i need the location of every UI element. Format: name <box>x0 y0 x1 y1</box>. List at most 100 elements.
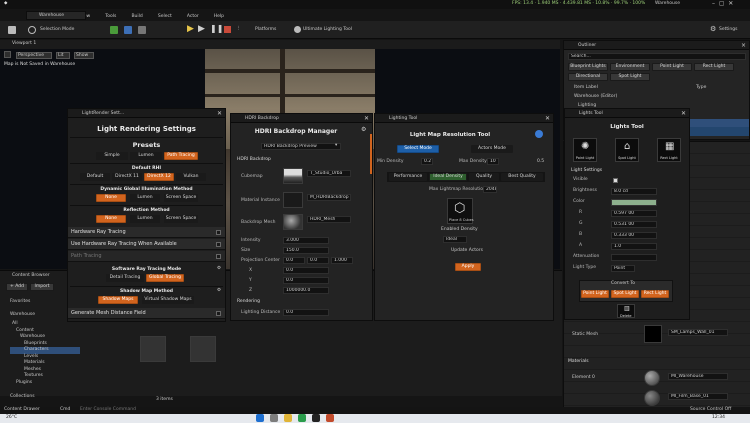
color-swatch[interactable] <box>611 199 657 206</box>
rhi-default-button[interactable]: Default <box>80 173 110 181</box>
preset-lumen-button[interactable]: Lumen <box>130 152 162 160</box>
virtual-shadow-maps-button[interactable]: Virtual Shadow Maps <box>142 296 194 304</box>
lit-button[interactable]: Lit <box>56 52 70 59</box>
cmd-button[interactable]: Cmd <box>60 407 70 413</box>
static-mesh-field[interactable]: SM_Lamps_Wall_01 <box>668 329 728 336</box>
apply-button[interactable]: Apply <box>455 263 481 271</box>
settings-button[interactable]: Settings <box>719 27 737 33</box>
sw-rt-detail-button[interactable]: Detail Tracing <box>106 274 144 282</box>
cinematics-icon[interactable] <box>138 26 146 34</box>
menu-tools[interactable]: Tools <box>105 14 116 19</box>
more-options-icon[interactable]: ⋮ <box>236 26 241 32</box>
filter-spot-light[interactable]: Spot Light <box>610 73 650 81</box>
x-field[interactable]: 0.0 <box>283 267 329 274</box>
lighting-distance-field[interactable]: 0.0 <box>283 309 329 316</box>
rect-light-button[interactable]: ▦ Rect Light <box>657 138 681 162</box>
lightmap-titlebar[interactable]: Lighting Tool ✕ <box>375 114 553 123</box>
path-tracing-row[interactable]: Path Tracing <box>68 251 225 262</box>
selection-mode-icon[interactable] <box>28 26 36 34</box>
asset-thumbnail[interactable] <box>190 336 216 362</box>
filter-directional[interactable]: Directional <box>568 73 608 81</box>
lights-tool-titlebar[interactable]: Lights Tool ✕ <box>565 109 689 118</box>
lightmap-info-icon[interactable] <box>535 130 543 138</box>
light-render-titlebar[interactable]: LightRender Sett... ✕ <box>68 109 225 118</box>
hw-rt-row[interactable]: Hardware Ray Tracing <box>68 227 225 238</box>
rhi-vulkan-button[interactable]: Vulkan <box>176 173 206 181</box>
max-lightmap-res-field[interactable]: 2048 <box>483 186 497 193</box>
material-field[interactable]: M_HDRIBackdrop <box>307 194 351 201</box>
convert-rect-button[interactable]: Rect Light <box>641 290 669 298</box>
projection-z-field[interactable]: 1.000 <box>331 257 353 264</box>
unreal-taskbar-icon[interactable] <box>312 414 320 422</box>
refl-lumen-button[interactable]: Lumen <box>130 215 160 223</box>
shadow-settings-icon[interactable]: ⚙ <box>217 288 221 294</box>
clock[interactable]: 12:34 <box>712 415 725 421</box>
filter-blueprint-lights[interactable]: Blueprint Lights <box>568 63 608 71</box>
hdri-titlebar[interactable]: HDRI Backdrop ✕ <box>231 114 372 123</box>
visible-checkbox[interactable] <box>613 178 618 183</box>
gi-none-button[interactable]: None <box>96 194 126 202</box>
hw-rt-checkbox[interactable] <box>216 230 221 235</box>
lights-tool-close-icon[interactable]: ✕ <box>681 110 686 117</box>
menu-help[interactable]: Help <box>214 14 224 19</box>
projection-y-field[interactable]: 0.0 <box>307 257 329 264</box>
asset-thumbnail[interactable] <box>140 336 166 362</box>
actors-mode-button[interactable]: Actors Mode <box>471 145 513 153</box>
add-button[interactable]: + Add <box>6 283 28 291</box>
pause-icon[interactable]: ❚❚ <box>210 25 223 33</box>
material-0-thumbnail[interactable] <box>644 370 660 386</box>
outliner-close-icon[interactable]: × <box>741 42 746 49</box>
ideal-density-tab[interactable]: Ideal Density <box>429 173 467 181</box>
lightmap-close-icon[interactable]: ✕ <box>545 115 550 122</box>
path-tracing-checkbox[interactable] <box>216 254 221 259</box>
content-browser-tab[interactable]: Content Browser <box>12 273 50 279</box>
collections-section[interactable]: Collections <box>10 394 35 400</box>
filter-rect-light[interactable]: Rect Light <box>694 63 734 71</box>
density-dropdown[interactable]: Ideal <box>443 236 467 243</box>
max-density-field[interactable]: 10 <box>487 158 499 165</box>
y-field[interactable]: 0.0 <box>283 277 329 284</box>
projection-x-field[interactable]: 0.0 <box>283 257 305 264</box>
shadow-maps-button[interactable]: Shadow Maps <box>98 296 138 304</box>
light-type-dropdown[interactable]: Point <box>611 265 635 272</box>
z-field[interactable]: 1000000.0 <box>283 287 329 294</box>
selection-mode-button[interactable]: Selection Mode <box>40 27 74 33</box>
platforms-button[interactable]: Platforms <box>255 27 276 33</box>
r-field[interactable]: 0.597 00 <box>611 210 657 217</box>
sw-rt-settings-icon[interactable]: ⚙ <box>217 266 221 272</box>
cubemap-field[interactable]: T_Studio_Urba <box>307 170 351 177</box>
performance-tab[interactable]: Performance <box>389 173 427 181</box>
start-icon[interactable] <box>256 414 264 422</box>
console-input[interactable]: Enter Console Command <box>80 407 136 413</box>
menu-build[interactable]: Build <box>131 14 142 19</box>
b-field[interactable]: 0.333 00 <box>611 232 657 239</box>
update-actors-label[interactable]: Update Actors <box>451 248 483 254</box>
hdri-scrollbar[interactable] <box>370 134 372 174</box>
viewport-menu-icon[interactable] <box>4 51 11 58</box>
light-render-close-icon[interactable]: ✕ <box>217 110 222 117</box>
stop-icon[interactable] <box>224 26 231 33</box>
g-field[interactable]: 0.531 00 <box>611 221 657 228</box>
menu-select[interactable]: Select <box>158 14 172 19</box>
gi-lumen-button[interactable]: Lumen <box>130 194 160 202</box>
rhi-dx12-button[interactable]: DirectX 12 <box>144 173 174 181</box>
convert-spot-button[interactable]: Spot Light <box>611 290 639 298</box>
search-icon[interactable] <box>270 414 278 422</box>
perspective-button[interactable]: Perspective <box>16 52 52 59</box>
window-controls[interactable]: – ▢ ✕ <box>712 1 733 7</box>
hw-rt-available-checkbox[interactable] <box>216 242 221 247</box>
filter-environment[interactable]: Environment <box>610 63 650 71</box>
import-button[interactable]: Import <box>30 283 54 291</box>
hdri-close-icon[interactable]: ✕ <box>364 115 369 122</box>
preset-simple-button[interactable]: Simple <box>96 152 128 160</box>
material-0-field[interactable]: MI_Warehouse <box>668 373 728 380</box>
save-icon[interactable] <box>8 26 16 34</box>
refl-none-button[interactable]: None <box>96 215 126 223</box>
cubemap-thumbnail[interactable] <box>283 168 303 184</box>
level-tab[interactable]: Warehouse <box>26 11 86 20</box>
ultimate-lighting-tool-button[interactable]: Ultimate Lighting Tool <box>303 27 352 33</box>
min-density-field[interactable]: 0.2 <box>421 158 433 165</box>
preset-path-tracing-button[interactable]: Path Tracing <box>164 152 198 160</box>
play-icon[interactable]: ▶ <box>187 25 194 34</box>
best-quality-tab[interactable]: Best Quality <box>501 173 543 181</box>
